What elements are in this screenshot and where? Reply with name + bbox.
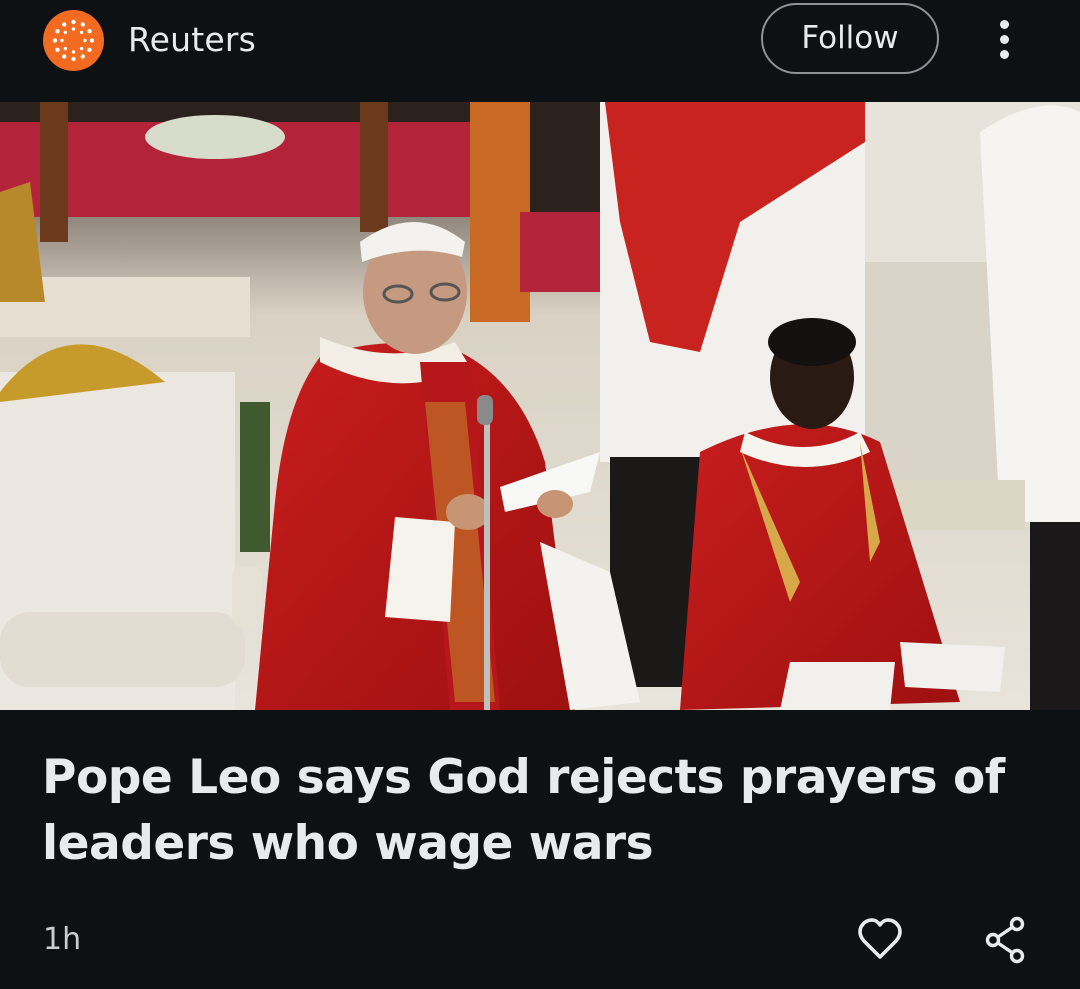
follow-button[interactable]: Follow [761, 3, 939, 74]
share-icon[interactable] [975, 909, 1035, 969]
reuters-logo-icon[interactable] [43, 10, 104, 71]
more-vert-icon[interactable] [985, 18, 1025, 62]
heart-icon[interactable] [850, 909, 910, 969]
article-hero-image[interactable] [0, 102, 1080, 710]
published-time: 1h [43, 922, 82, 957]
article-headline[interactable]: Pope Leo says God rejects prayers of lea… [42, 745, 1042, 877]
article-card-header: Reuters Follow [0, 0, 1080, 102]
source-name[interactable]: Reuters [128, 18, 256, 62]
